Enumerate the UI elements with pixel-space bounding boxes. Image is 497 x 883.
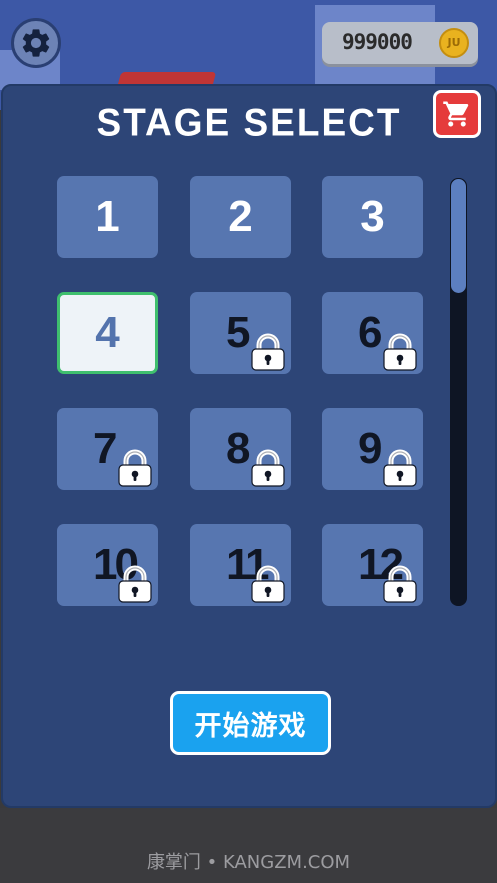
shop-button[interactable] — [433, 90, 481, 138]
stage-number: 2 — [228, 192, 253, 241]
stage-tile-11[interactable]: 11 — [190, 524, 291, 606]
stage-select-panel: STAGE SELECT 1 2 3 4 5 6 7 8 9 10 11 12 开始游戏 — [1, 84, 497, 808]
coin-value: 999000 — [342, 30, 413, 54]
lock-icon — [248, 448, 288, 488]
coin-icon: JU — [439, 28, 469, 58]
stage-tile-9[interactable]: 9 — [322, 408, 423, 490]
scrollbar-thumb[interactable] — [451, 179, 466, 293]
stage-tile-6[interactable]: 6 — [322, 292, 423, 374]
lock-icon — [115, 564, 155, 604]
stage-number: 1 — [95, 192, 120, 241]
settings-button[interactable] — [11, 18, 61, 68]
lock-icon — [380, 332, 420, 372]
start-game-button[interactable]: 开始游戏 — [170, 691, 331, 755]
stage-tile-12[interactable]: 12 — [322, 524, 423, 606]
lock-icon — [248, 332, 288, 372]
cart-icon — [443, 101, 469, 127]
lock-icon — [248, 564, 288, 604]
stage-number: 3 — [360, 192, 385, 241]
stage-tile-8[interactable]: 8 — [190, 408, 291, 490]
stage-tile-3[interactable]: 3 — [322, 176, 423, 258]
scrollbar[interactable] — [450, 178, 467, 606]
stage-tile-10[interactable]: 10 — [57, 524, 158, 606]
panel-title: STAGE SELECT — [96, 100, 402, 144]
stage-tile-5[interactable]: 5 — [190, 292, 291, 374]
stage-tile-4[interactable]: 4 — [57, 292, 158, 374]
stage-number: 4 — [95, 308, 120, 357]
stage-tile-7[interactable]: 7 — [57, 408, 158, 490]
gear-icon — [22, 29, 50, 57]
lock-icon — [380, 564, 420, 604]
stage-tile-2[interactable]: 2 — [190, 176, 291, 258]
coin-counter: 999000 JU — [322, 22, 478, 64]
lock-icon — [115, 448, 155, 488]
watermark: 康掌门 • KANGZM.COM — [146, 852, 351, 873]
stage-tile-1[interactable]: 1 — [57, 176, 158, 258]
lock-icon — [380, 448, 420, 488]
